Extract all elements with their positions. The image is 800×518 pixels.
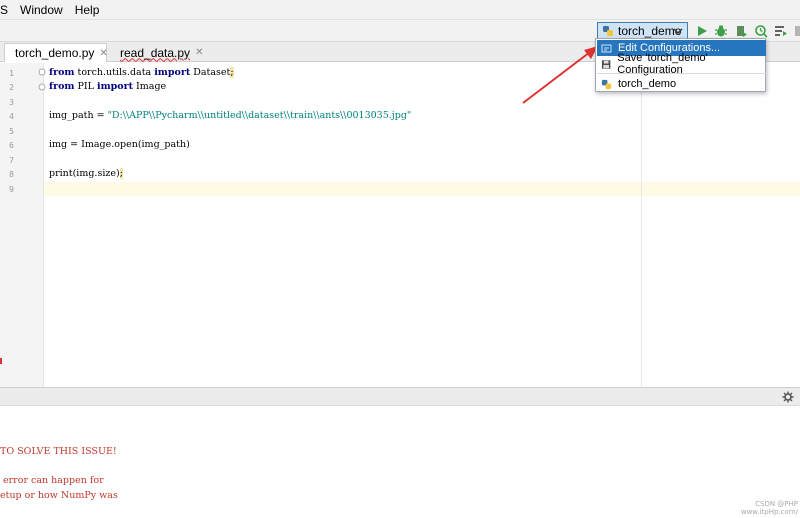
save-configuration-item[interactable]: Save 'torch_demo' Configuration <box>597 52 766 76</box>
error-marker <box>0 358 2 364</box>
run-console[interactable]: TO SOLVE THIS ISSUE! error can happen fo… <box>0 406 800 518</box>
concurrency-diagram-icon[interactable] <box>774 24 788 38</box>
gear-icon[interactable] <box>782 391 794 403</box>
annotation-arrow <box>522 46 598 104</box>
line-number: 1 <box>9 69 14 78</box>
line-number: 4 <box>9 112 14 121</box>
close-icon[interactable]: ✕ <box>195 47 203 58</box>
code-line: img_path = "D:\\APP\\Pycharm\\untitled\\… <box>49 110 412 121</box>
menu-separator <box>597 73 766 74</box>
line-number: 3 <box>9 98 14 107</box>
console-line: TO SOLVE THIS ISSUE! <box>0 446 117 457</box>
run-tool-window-header <box>0 387 800 406</box>
tab-label: read_data.py <box>120 45 191 60</box>
console-line: etup or how NumPy was <box>0 490 118 501</box>
python-file-icon <box>601 79 612 89</box>
current-line-highlight <box>44 182 800 196</box>
console-line: error can happen for <box>0 475 104 486</box>
close-icon[interactable]: ✕ <box>99 48 107 59</box>
edit-config-icon <box>601 44 612 52</box>
line-number: 6 <box>9 141 14 150</box>
code-line: from torch.utils.data import Dataset; <box>49 67 234 78</box>
fold-icon[interactable] <box>38 83 46 91</box>
run-with-coverage-icon[interactable] <box>734 24 748 38</box>
tab-label: torch_demo.py <box>15 46 95 60</box>
run-icon[interactable] <box>695 24 709 38</box>
line-number: 8 <box>9 170 14 179</box>
torch-demo-config-item[interactable]: torch_demo <box>597 76 766 92</box>
menu-item-label: torch_demo <box>618 78 677 90</box>
run-configuration-menu: Edit Configurations... Save 'torch_demo'… <box>595 38 766 92</box>
line-number: 9 <box>9 185 14 194</box>
tab-read-data[interactable]: read_data.py ✕ <box>110 43 203 62</box>
save-icon <box>601 59 611 69</box>
code-editor[interactable]: 1 2 3 4 5 6 7 8 9 from torch.utils.data … <box>0 63 800 387</box>
profile-icon[interactable] <box>754 24 768 38</box>
code-line: from PIL import Image <box>49 81 167 92</box>
line-number: 5 <box>9 127 14 136</box>
line-number: 7 <box>9 156 14 165</box>
menu-item-help[interactable]: Help <box>69 0 106 20</box>
code-line: img = Image.open(img_path) <box>49 139 190 150</box>
watermark: CSDN @PHP www.itpHp.com/ <box>740 500 798 516</box>
stop-icon[interactable] <box>793 24 800 38</box>
debug-icon[interactable] <box>714 24 728 38</box>
code-line: print(img.size); <box>49 168 123 179</box>
line-number: 2 <box>9 83 14 92</box>
chevron-down-icon <box>673 28 683 34</box>
tab-torch-demo[interactable]: torch_demo.py ✕ <box>4 43 108 62</box>
line-number-gutter: 1 2 3 4 5 6 7 8 9 <box>0 63 46 387</box>
menu-item-vcs[interactable]: S <box>0 0 14 20</box>
python-file-icon <box>603 26 613 36</box>
menu-item-window[interactable]: Window <box>14 0 69 20</box>
right-margin-guide <box>641 63 642 387</box>
fold-icon[interactable] <box>38 68 46 76</box>
menu-bar: S Window Help <box>0 0 800 20</box>
